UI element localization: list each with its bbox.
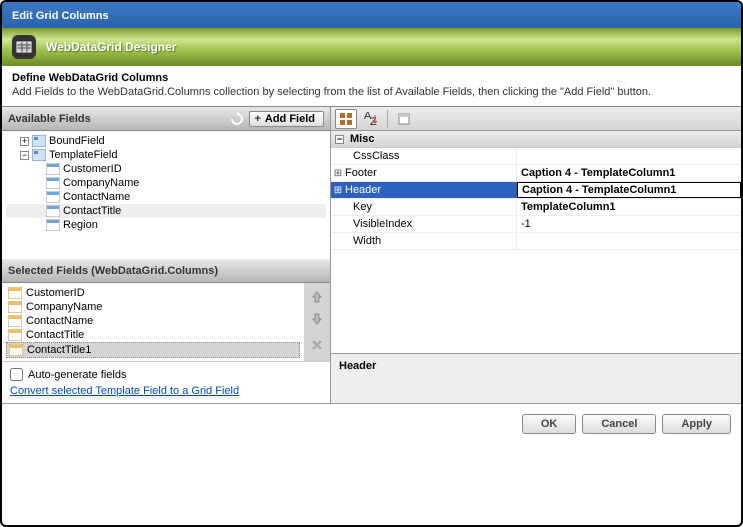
template-column-icon bbox=[8, 301, 22, 313]
property-row-width[interactable]: Width bbox=[331, 233, 741, 250]
apply-button[interactable]: Apply bbox=[662, 414, 731, 434]
template-column-icon bbox=[8, 287, 22, 299]
add-field-label: Add Field bbox=[265, 113, 315, 125]
property-row-footer[interactable]: ⊞ Footer Caption 4 - TemplateColumn1 bbox=[331, 165, 741, 182]
main-area: Available Fields + Add Field + BoundFiel… bbox=[2, 106, 741, 403]
selected-fields-list[interactable]: CustomerID CompanyName ContactName Conta… bbox=[2, 283, 304, 361]
property-row-header[interactable]: ⊞ Header Caption 4 - TemplateColumn1 bbox=[331, 182, 741, 199]
expand-icon[interactable]: + bbox=[20, 137, 29, 146]
available-fields-title: Available Fields bbox=[8, 113, 91, 125]
convert-link[interactable]: Convert selected Template Field to a Gri… bbox=[10, 385, 239, 397]
property-description: Header bbox=[331, 353, 741, 403]
list-item[interactable]: CustomerID bbox=[6, 286, 300, 300]
collapse-icon[interactable]: − bbox=[335, 135, 344, 144]
auto-generate-row: Auto-generate fields bbox=[10, 368, 322, 381]
property-grid[interactable]: − Misc CssClass ⊞ Footer Caption 4 - Tem… bbox=[331, 131, 741, 403]
delete-button[interactable] bbox=[307, 335, 327, 355]
auto-generate-checkbox[interactable] bbox=[10, 368, 23, 381]
reorder-actions bbox=[304, 283, 330, 361]
property-grid-blank bbox=[331, 250, 741, 353]
available-fields-tree[interactable]: + BoundField − TemplateField CustomerID … bbox=[2, 131, 330, 259]
titlebar: Edit Grid Columns bbox=[2, 2, 741, 28]
right-column: AZ − Misc CssClass ⊞ Footer Caption 4 - … bbox=[330, 107, 741, 403]
define-text: Add Fields to the WebDataGrid.Columns co… bbox=[12, 86, 731, 98]
tree-item-contactname[interactable]: ContactName bbox=[6, 190, 326, 204]
tree-item-region[interactable]: Region bbox=[6, 218, 326, 232]
alphabetical-button[interactable]: AZ bbox=[360, 109, 382, 129]
tree-item-boundfield[interactable]: + BoundField bbox=[6, 134, 326, 148]
move-up-button[interactable] bbox=[307, 287, 327, 307]
tree-item-contacttitle[interactable]: ContactTitle bbox=[6, 204, 326, 218]
selected-fields-title: Selected Fields (WebDataGrid.Columns) bbox=[8, 265, 218, 277]
collapse-icon[interactable]: − bbox=[20, 151, 29, 160]
template-column-icon bbox=[8, 315, 22, 327]
cancel-button[interactable]: Cancel bbox=[582, 414, 656, 434]
dialog-window: Edit Grid Columns WebDataGrid Designer D… bbox=[0, 0, 743, 527]
designer-banner: WebDataGrid Designer bbox=[2, 28, 741, 66]
bound-column-icon bbox=[46, 191, 60, 203]
ok-button[interactable]: OK bbox=[522, 414, 577, 434]
toolbar-separator bbox=[387, 110, 388, 128]
define-heading: Define WebDataGrid Columns bbox=[12, 72, 731, 84]
list-item[interactable]: ContactName bbox=[6, 314, 300, 328]
list-item-selected[interactable]: ContactTitle1 bbox=[6, 342, 300, 358]
property-category-misc[interactable]: − Misc bbox=[331, 131, 741, 148]
expand-icon[interactable]: ⊞ bbox=[331, 182, 345, 198]
property-row-visibleindex[interactable]: VisibleIndex -1 bbox=[331, 216, 741, 233]
tree-item-templatefield[interactable]: − TemplateField bbox=[6, 148, 326, 162]
property-toolbar: AZ bbox=[331, 107, 741, 131]
selected-fields-panel: CustomerID CompanyName ContactName Conta… bbox=[2, 283, 330, 361]
field-icon bbox=[32, 135, 46, 147]
list-item[interactable]: ContactTitle bbox=[6, 328, 300, 342]
define-section: Define WebDataGrid Columns Add Fields to… bbox=[2, 66, 741, 106]
list-item[interactable]: CompanyName bbox=[6, 300, 300, 314]
tree-item-companyname[interactable]: CompanyName bbox=[6, 176, 326, 190]
auto-generate-label: Auto-generate fields bbox=[28, 369, 126, 381]
bound-column-icon bbox=[46, 219, 60, 231]
left-column: Available Fields + Add Field + BoundFiel… bbox=[2, 107, 330, 403]
window-title: Edit Grid Columns bbox=[12, 10, 109, 22]
grid-icon bbox=[12, 35, 36, 59]
designer-title: WebDataGrid Designer bbox=[46, 40, 176, 54]
property-row-cssclass[interactable]: CssClass bbox=[331, 148, 741, 165]
property-pages-button[interactable] bbox=[393, 109, 415, 129]
plus-icon: + bbox=[254, 113, 260, 125]
refresh-icon[interactable] bbox=[229, 111, 245, 127]
categorized-button[interactable] bbox=[335, 109, 357, 129]
bound-column-icon bbox=[46, 163, 60, 175]
add-field-button[interactable]: + Add Field bbox=[249, 111, 324, 127]
bound-column-icon bbox=[46, 205, 60, 217]
tree-item-customerid[interactable]: CustomerID bbox=[6, 162, 326, 176]
dialog-footer: OK Cancel Apply bbox=[2, 403, 741, 444]
property-row-key[interactable]: Key TemplateColumn1 bbox=[331, 199, 741, 216]
move-down-button[interactable] bbox=[307, 309, 327, 329]
left-footer: Auto-generate fields Convert selected Te… bbox=[2, 361, 330, 403]
selected-fields-header: Selected Fields (WebDataGrid.Columns) bbox=[2, 259, 330, 283]
field-icon bbox=[32, 149, 46, 161]
available-fields-header: Available Fields + Add Field bbox=[2, 107, 330, 131]
bound-column-icon bbox=[46, 177, 60, 189]
template-column-icon bbox=[9, 344, 23, 356]
expand-icon[interactable]: ⊞ bbox=[331, 165, 345, 181]
template-column-icon bbox=[8, 329, 22, 341]
